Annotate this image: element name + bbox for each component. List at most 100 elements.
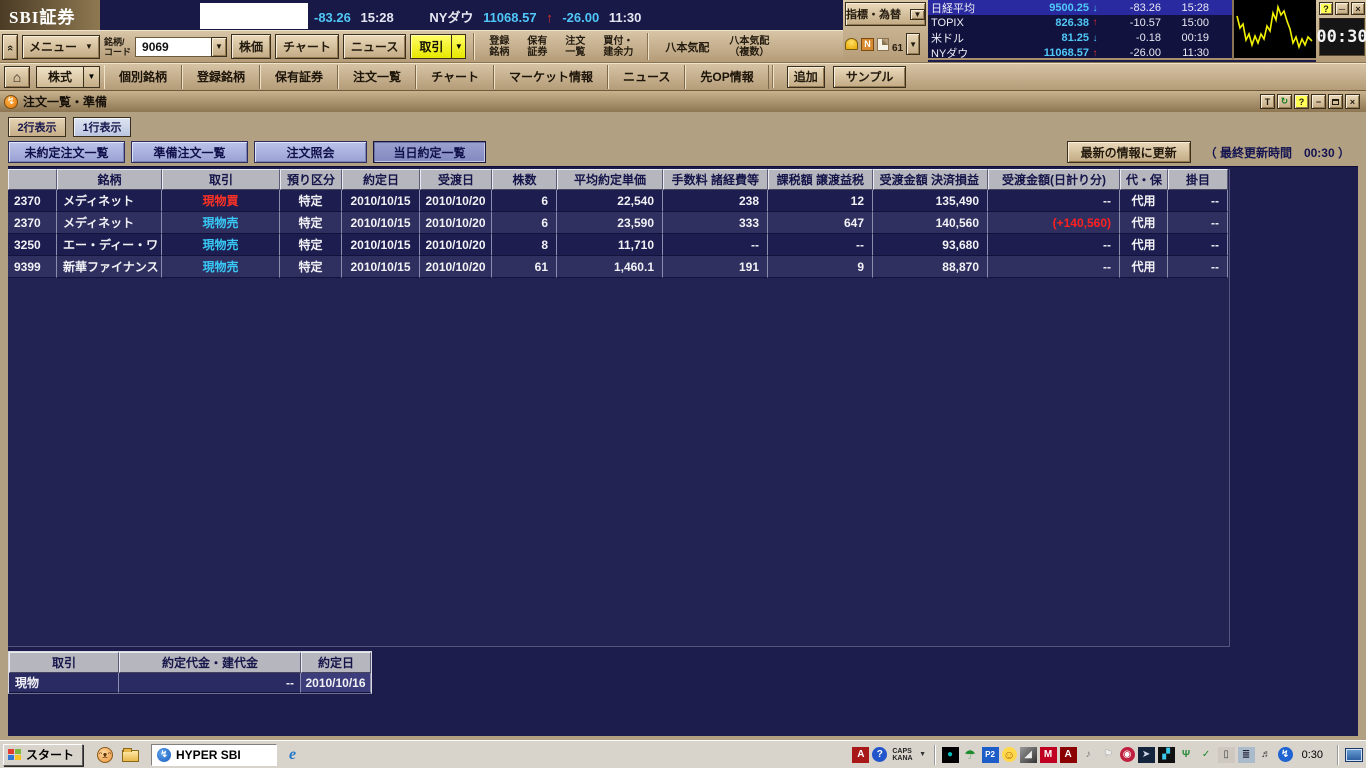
window-minimize-icon[interactable]: − xyxy=(1311,94,1326,109)
mcafee-icon[interactable]: M xyxy=(1040,747,1057,763)
window-restore-icon[interactable] xyxy=(1328,94,1343,109)
help-icon[interactable]: ? xyxy=(872,747,887,762)
today-executions-tab[interactable]: 当日約定一覧 xyxy=(373,141,486,163)
ticker-time: 15:28 xyxy=(361,10,394,25)
quote-button[interactable]: 株価 xyxy=(231,34,271,59)
home-icon[interactable]: ⌂ xyxy=(4,66,30,88)
code-input[interactable]: 9069 xyxy=(135,37,211,57)
tab-news[interactable]: ニュース xyxy=(608,65,685,89)
nav-bar: ⌂ 株式 ▼ 個別銘柄 登録銘柄 保有証券 注文一覧 チャート マーケット情報 … xyxy=(0,62,1366,90)
code-combobox[interactable]: 9069 ▼ xyxy=(135,37,227,57)
trade-button[interactable]: 取引 ▼ xyxy=(410,34,466,59)
registered-stocks-button[interactable]: 登録銘柄 xyxy=(482,36,516,58)
buying-power-button[interactable]: 買付・建余力 xyxy=(596,36,640,58)
window-help-icon[interactable]: ? xyxy=(1294,94,1309,109)
red-disc-icon[interactable]: ◉ xyxy=(1120,747,1135,762)
eight-quote-button[interactable]: 八本気配 xyxy=(656,39,718,55)
text-size-button[interactable]: T xyxy=(1260,94,1275,109)
ny-up-arrow-icon: ↑ xyxy=(546,10,553,25)
internet-explorer-icon[interactable]: e xyxy=(289,746,296,764)
market-row-topix[interactable]: TOPIX 826.38 ↑ -10.57 15:00 xyxy=(928,15,1232,30)
gray-app-icon[interactable]: ◢ xyxy=(1020,747,1037,763)
ticker-input[interactable] xyxy=(200,3,308,29)
divider xyxy=(1337,745,1339,765)
market-row-nydow[interactable]: NYダウ 11068.57 ↑ -26.00 11:30 xyxy=(928,45,1232,60)
chevron-down-icon[interactable]: ▼ xyxy=(211,37,227,57)
stock-category-dropdown[interactable]: 株式 ▼ xyxy=(36,66,100,88)
market-row-nikkei[interactable]: 日経平均 9500.25 ↓ -83.26 15:28 xyxy=(928,0,1232,15)
col-collateral: 代・保 xyxy=(1120,169,1168,190)
plug-icon[interactable]: ▯ xyxy=(1218,747,1235,763)
tab-chart[interactable]: チャート xyxy=(416,65,494,89)
ime-caps-kana-indicator[interactable]: CAPSKANA xyxy=(892,748,912,762)
atok-icon[interactable]: A xyxy=(852,747,869,763)
show-desktop-icon[interactable] xyxy=(1345,748,1363,762)
col-avg-price: 平均約定単価 xyxy=(557,169,663,190)
sample-button[interactable]: サンプル xyxy=(833,66,907,88)
folder-icon[interactable] xyxy=(122,750,139,762)
flag-icon[interactable]: ⚑ xyxy=(1100,747,1117,763)
window-close-icon[interactable]: × xyxy=(1345,94,1360,109)
ime-dropdown-icon[interactable]: ▼ xyxy=(918,747,928,763)
hyper-sbi-tray-icon[interactable]: ↯ xyxy=(1278,747,1293,762)
chevron-down-icon[interactable]: ▼ xyxy=(83,67,99,87)
network-icon[interactable]: ≣ xyxy=(1238,747,1255,763)
alert-dropdown-icon[interactable]: ▼ xyxy=(906,33,920,55)
bell-icon[interactable] xyxy=(845,38,858,50)
table-row[interactable]: 2370 メディネット 現物買 特定 2010/10/15 2010/10/20… xyxy=(8,190,1228,212)
menu-button[interactable]: メニュー ▼ xyxy=(22,35,100,59)
chart-button[interactable]: チャート xyxy=(275,34,339,59)
index-change: -26.00 xyxy=(1101,47,1161,59)
eight-quote-multi-button[interactable]: 八本気配（複数） xyxy=(722,36,776,58)
mascot-cat-icon[interactable]: ᵔᴥᵔ xyxy=(97,747,113,763)
collapse-toolbar-button[interactable]: « xyxy=(2,34,18,60)
tab-futures-op-info[interactable]: 先OP情報 xyxy=(685,65,768,89)
market-row-usd[interactable]: 米ドル 81.25 ↓ -0.18 00:19 xyxy=(928,30,1232,45)
tab-registered-stocks[interactable]: 登録銘柄 xyxy=(182,65,260,89)
order-inquiry-tab[interactable]: 注文照会 xyxy=(254,141,367,163)
order-list-button[interactable]: 注文一覧 xyxy=(558,36,592,58)
speaker-icon[interactable]: ♬ xyxy=(1258,747,1275,763)
indicator-selector[interactable]: 指標・為替 ▼ xyxy=(845,2,926,26)
led-icon[interactable]: ● xyxy=(942,747,959,763)
chevron-down-icon[interactable]: ▼ xyxy=(910,9,925,20)
prepared-orders-tab[interactable]: 準備注文一覧 xyxy=(131,141,248,163)
close-icon[interactable]: × xyxy=(1351,2,1365,15)
p2-icon[interactable]: P2 xyxy=(982,747,999,763)
memo-icon[interactable] xyxy=(877,38,889,51)
wireless-icon[interactable]: Ψ xyxy=(1178,747,1195,763)
refresh-window-icon[interactable]: ↻ xyxy=(1277,94,1292,109)
summary-row[interactable]: 現物 -- 2010/10/16 xyxy=(9,673,371,693)
bell-icon[interactable]: ♪ xyxy=(1080,747,1097,763)
umbrella-icon[interactable]: ☂ xyxy=(962,747,979,763)
news-icon[interactable]: N xyxy=(861,38,874,51)
child-window-titlebar[interactable]: ↯ 注文一覧・準備 T ↻ ? − × xyxy=(0,90,1366,112)
sbi-logo: SBI証券 xyxy=(0,0,100,30)
acrobat-icon[interactable]: A xyxy=(1060,747,1077,763)
tv-icon[interactable]: ▞ xyxy=(1158,747,1175,763)
one-row-display-button[interactable]: 1行表示 xyxy=(73,117,131,137)
tab-holdings[interactable]: 保有証券 xyxy=(260,65,338,89)
add-tab-button[interactable]: 追加 xyxy=(787,66,825,88)
news-button[interactable]: ニュース xyxy=(343,34,406,59)
rocket-icon[interactable]: ➤ xyxy=(1138,747,1155,763)
hyper-sbi-task-button[interactable]: ↯ HYPER SBI xyxy=(151,744,277,766)
ticker-change: -83.26 xyxy=(314,10,351,25)
mini-chart[interactable] xyxy=(1232,0,1316,60)
smiley-icon[interactable]: ☺ xyxy=(1002,747,1017,762)
tab-order-list[interactable]: 注文一覧 xyxy=(338,65,416,89)
unexecuted-orders-tab[interactable]: 未約定注文一覧 xyxy=(8,141,125,163)
start-button[interactable]: スタート xyxy=(3,744,83,766)
two-row-display-button[interactable]: 2行表示 xyxy=(8,117,66,137)
refresh-button[interactable]: 最新の情報に更新 xyxy=(1067,141,1191,163)
tab-market-info[interactable]: マーケット情報 xyxy=(494,65,608,89)
table-row[interactable]: 3250 エー・ディー・ワ 現物売 特定 2010/10/15 2010/10/… xyxy=(8,234,1228,256)
minimize-icon[interactable]: ─ xyxy=(1335,2,1349,15)
usb-safe-remove-icon[interactable]: ✓ xyxy=(1198,747,1215,763)
table-row[interactable]: 9399 新華ファイナンス 現物売 特定 2010/10/15 2010/10/… xyxy=(8,256,1228,278)
tab-individual-stock[interactable]: 個別銘柄 xyxy=(104,65,182,89)
holdings-button[interactable]: 保有証券 xyxy=(520,36,554,58)
table-row[interactable]: 2370 メディネット 現物売 特定 2010/10/15 2010/10/20… xyxy=(8,212,1228,234)
chevron-down-icon[interactable]: ▼ xyxy=(451,34,466,59)
help-icon[interactable]: ? xyxy=(1319,2,1333,15)
